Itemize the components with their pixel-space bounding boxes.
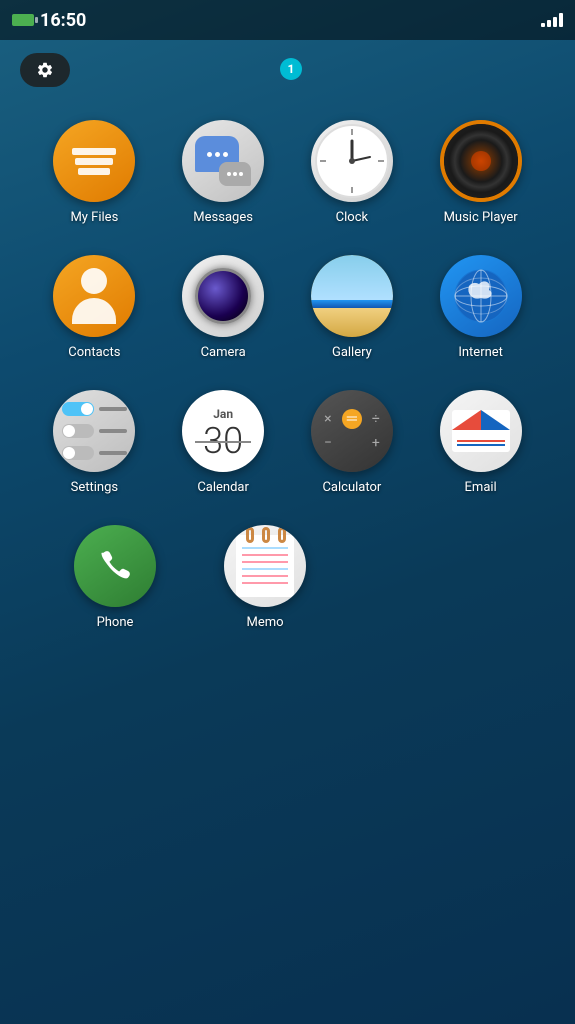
contacts-label: Contacts xyxy=(68,345,120,360)
memo-icon xyxy=(224,525,306,607)
status-left: 16:50 xyxy=(12,10,86,31)
app-row-3: Settings Jan 30 Calendar × ＝ xyxy=(30,390,545,495)
app-item-music-player[interactable]: Music Player xyxy=(426,120,536,225)
gear-icon xyxy=(36,61,54,79)
app-item-memo[interactable]: Memo xyxy=(210,525,320,630)
camera-icon xyxy=(182,255,264,337)
my-files-icon xyxy=(53,120,135,202)
app-row-1: My Files Messages xyxy=(30,120,545,225)
time-display: 16:50 xyxy=(40,10,86,31)
camera-label: Camera xyxy=(201,345,246,360)
phone-icon xyxy=(74,525,156,607)
my-files-label: My Files xyxy=(70,210,118,225)
calendar-icon: Jan 30 xyxy=(182,390,264,472)
app-row-2: Contacts Camera Gallery xyxy=(30,255,545,360)
music-player-icon xyxy=(440,120,522,202)
messages-label: Messages xyxy=(193,210,253,225)
email-label: Email xyxy=(465,480,497,495)
signal-bars xyxy=(541,13,563,27)
app-item-internet[interactable]: Internet xyxy=(426,255,536,360)
phone-label: Phone xyxy=(97,615,134,630)
app-item-camera[interactable]: Camera xyxy=(168,255,278,360)
settings-icon xyxy=(53,390,135,472)
app-grid: My Files Messages xyxy=(0,100,575,650)
clock-icon xyxy=(311,120,393,202)
calendar-label: Calendar xyxy=(197,480,249,495)
email-icon xyxy=(440,390,522,472)
messages-icon xyxy=(182,120,264,202)
clock-label: Clock xyxy=(336,210,368,225)
contacts-icon xyxy=(53,255,135,337)
toolbar: 1 xyxy=(0,40,575,100)
app-item-messages[interactable]: Messages xyxy=(168,120,278,225)
memo-label: Memo xyxy=(246,615,283,630)
app-item-contacts[interactable]: Contacts xyxy=(39,255,149,360)
battery-icon xyxy=(12,14,34,26)
app-item-clock[interactable]: Clock xyxy=(297,120,407,225)
app-item-calculator[interactable]: × ＝ ÷ − + Calculator xyxy=(297,390,407,495)
gallery-icon xyxy=(311,255,393,337)
app-item-phone[interactable]: Phone xyxy=(60,525,170,630)
app-item-settings[interactable]: Settings xyxy=(39,390,149,495)
status-bar: 16:50 xyxy=(0,0,575,40)
internet-icon xyxy=(440,255,522,337)
app-item-my-files[interactable]: My Files xyxy=(39,120,149,225)
gallery-label: Gallery xyxy=(332,345,372,360)
app-item-calendar[interactable]: Jan 30 Calendar xyxy=(168,390,278,495)
music-player-label: Music Player xyxy=(444,210,518,225)
settings-pill-button[interactable] xyxy=(20,53,70,87)
notification-badge: 1 xyxy=(280,58,302,80)
app-item-gallery[interactable]: Gallery xyxy=(297,255,407,360)
app-row-4: Phone xyxy=(30,525,545,630)
app-item-email[interactable]: Email xyxy=(426,390,536,495)
calculator-label: Calculator xyxy=(322,480,381,495)
calculator-icon: × ＝ ÷ − + xyxy=(311,390,393,472)
settings-label: Settings xyxy=(71,480,118,495)
internet-label: Internet xyxy=(458,345,503,360)
